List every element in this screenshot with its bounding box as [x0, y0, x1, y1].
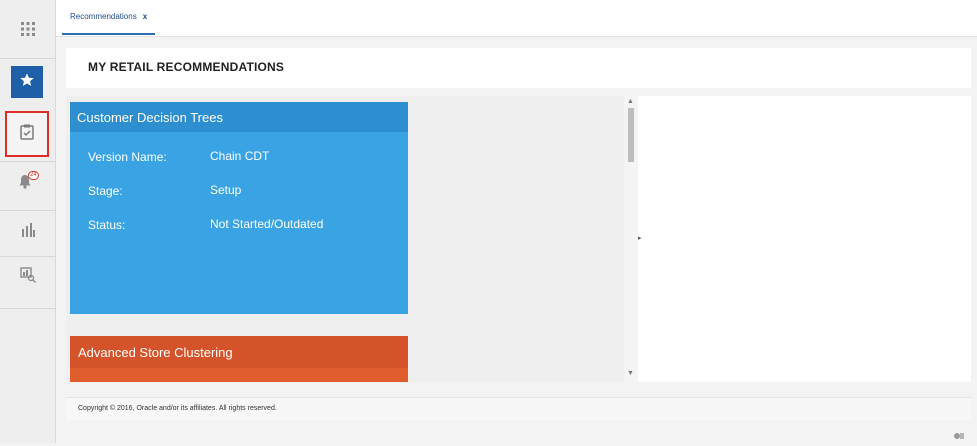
footer: Copyright © 2016, Oracle and/or its affi…: [66, 397, 971, 420]
scroll-thumb[interactable]: [628, 108, 634, 162]
tab-recommendations[interactable]: Recommendations x: [62, 0, 156, 35]
bar-chart-icon: [21, 222, 35, 242]
notification-badge: 24: [28, 171, 39, 180]
notifications-button[interactable]: 24: [9, 162, 47, 200]
card-title: Customer Decision Trees: [70, 102, 408, 132]
version-name-label: Version Name:: [88, 150, 167, 164]
stage-value: Setup: [210, 183, 242, 197]
customer-decision-trees-card[interactable]: Customer Decision Trees Version Name: Ch…: [70, 102, 408, 314]
status-value: Not Started/Outdated: [210, 217, 324, 231]
tasks-button[interactable]: [5, 111, 49, 157]
clipboard-icon: [20, 124, 34, 145]
status-label: Status:: [88, 218, 126, 232]
favorites-button[interactable]: [11, 66, 43, 98]
accessibility-icon[interactable]: [953, 428, 965, 439]
copyright-text: Copyright © 2016, Oracle and/or its affi…: [78, 405, 277, 412]
search-report-button[interactable]: [9, 258, 47, 296]
tab-label: Recommendations: [70, 12, 137, 21]
page-header: MY RETAIL RECOMMENDATIONS: [66, 48, 971, 88]
content-area: Customer Decision Trees Version Name: Ch…: [66, 96, 971, 382]
page-title: MY RETAIL RECOMMENDATIONS: [88, 60, 285, 74]
panel-scrollbar[interactable]: ▲ ▼: [624, 96, 638, 382]
tab-strip: Recommendations x: [56, 0, 977, 37]
apps-grid-icon: [21, 21, 35, 41]
star-icon: [19, 72, 35, 93]
tab-close-button[interactable]: x: [143, 12, 147, 21]
scroll-up-arrow[interactable]: ▲: [627, 98, 634, 105]
recommendations-panel: Customer Decision Trees Version Name: Ch…: [66, 96, 638, 382]
apps-grid-button[interactable]: [9, 12, 47, 50]
advanced-store-clustering-card[interactable]: Advanced Store Clustering: [70, 336, 408, 382]
splitter-handle[interactable]: ▸: [638, 234, 642, 242]
report-search-icon: [20, 266, 36, 288]
stage-label: Stage:: [88, 184, 123, 198]
scroll-down-arrow[interactable]: ▼: [627, 370, 634, 377]
version-name-value: Chain CDT: [210, 149, 270, 163]
bell-icon: 24: [18, 171, 39, 189]
reports-button[interactable]: [9, 213, 47, 251]
sidebar: 24: [0, 0, 56, 443]
card-title: Advanced Store Clustering: [70, 336, 408, 368]
